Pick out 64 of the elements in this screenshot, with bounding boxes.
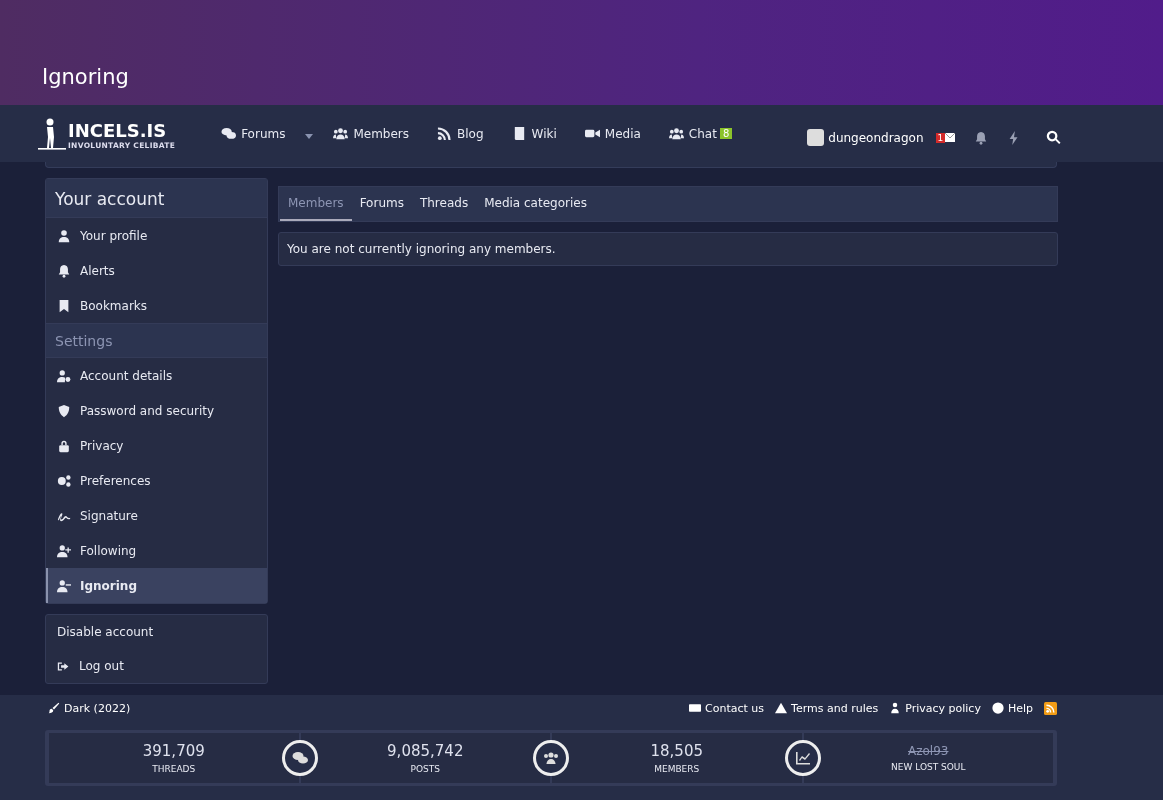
count-badge: 8: [719, 128, 733, 139]
users-icon: [333, 126, 349, 141]
nav-link[interactable]: Members: [333, 126, 410, 141]
sidebar-item[interactable]: Following: [46, 533, 267, 568]
sidebar-item[interactable]: Signature: [46, 498, 267, 533]
sidebar-item[interactable]: Bookmarks: [46, 288, 267, 323]
stat-label: POSTS: [410, 764, 440, 774]
section-heading: Settings: [46, 323, 267, 358]
rss-icon: [437, 126, 453, 141]
stat-label: MEMBERS: [654, 764, 700, 774]
footer-link[interactable]: Help: [991, 701, 1033, 715]
nav-link[interactable]: Wiki: [511, 126, 557, 141]
sidebar-item[interactable]: Password and security: [46, 393, 267, 428]
sidebar-item[interactable]: Account details: [46, 358, 267, 393]
nav-link[interactable]: Chat 8: [668, 126, 733, 141]
footer-link[interactable]: Contact us: [689, 701, 765, 715]
user-gear-icon: [57, 368, 71, 383]
user-plus-icon: [57, 543, 71, 558]
nav-link[interactable]: Blog: [437, 126, 484, 141]
nav-link[interactable]: Forums: [221, 126, 286, 141]
empty-message: You are not currently ignoring any members.: [278, 232, 1058, 266]
users-icon: [668, 126, 684, 141]
brush-icon: [48, 702, 60, 714]
tab[interactable]: Media categories: [476, 187, 595, 221]
bell-icon: [57, 263, 71, 278]
stat-label: THREADS: [152, 764, 196, 774]
sidebar-item[interactable]: Preferences: [46, 463, 267, 498]
tab[interactable]: Threads: [411, 187, 477, 221]
logo-name: INCELS.IS: [68, 120, 168, 141]
footer-link[interactable]: Terms and rules: [775, 701, 879, 715]
user-minus-icon: [57, 578, 71, 593]
alerts-bell-icon: [974, 130, 989, 145]
lock-icon: [57, 438, 71, 453]
search-icon: [1046, 130, 1062, 145]
style-chooser-link[interactable]: Dark (2022): [48, 701, 131, 715]
sidebar-item[interactable]: Alerts: [46, 253, 267, 288]
nav-link[interactable]: Media: [584, 126, 641, 141]
stat-label: NEW LOST SOUL: [891, 762, 966, 772]
footer-link[interactable]: Privacy policy: [889, 701, 981, 715]
sidebar-item[interactable]: Disable account: [46, 615, 267, 649]
user-icon: [57, 228, 71, 243]
sidebar-item[interactable]: Log out: [46, 649, 267, 683]
stat-value: 9,085,742: [387, 742, 464, 760]
shield-icon: [57, 403, 71, 418]
person-icon: [889, 702, 902, 714]
page-title: Ignoring: [42, 65, 129, 89]
user-link[interactable]: dungeondragon: [807, 129, 924, 146]
warning-icon: [775, 702, 788, 714]
stat-value: Azol93: [908, 744, 949, 758]
avatar: [807, 129, 825, 146]
bookmark-icon: [57, 298, 71, 313]
standing-figure-icon: [38, 117, 66, 150]
sidebar-item[interactable]: Ignoring: [46, 568, 267, 603]
logout-icon: [57, 659, 70, 673]
sidebar-item[interactable]: Privacy: [46, 428, 267, 463]
tab[interactable]: Members: [280, 187, 352, 221]
stat-value: 391,709: [142, 742, 205, 760]
sidebar-title: Your account: [46, 179, 267, 218]
tab[interactable]: Forums: [351, 187, 412, 221]
caret-icon[interactable]: [305, 134, 314, 139]
comments-icon: [221, 126, 237, 141]
stat-value: 18,505: [650, 742, 703, 760]
sidebar-item[interactable]: Your profile: [46, 218, 267, 253]
rss-icon[interactable]: [1044, 701, 1057, 715]
